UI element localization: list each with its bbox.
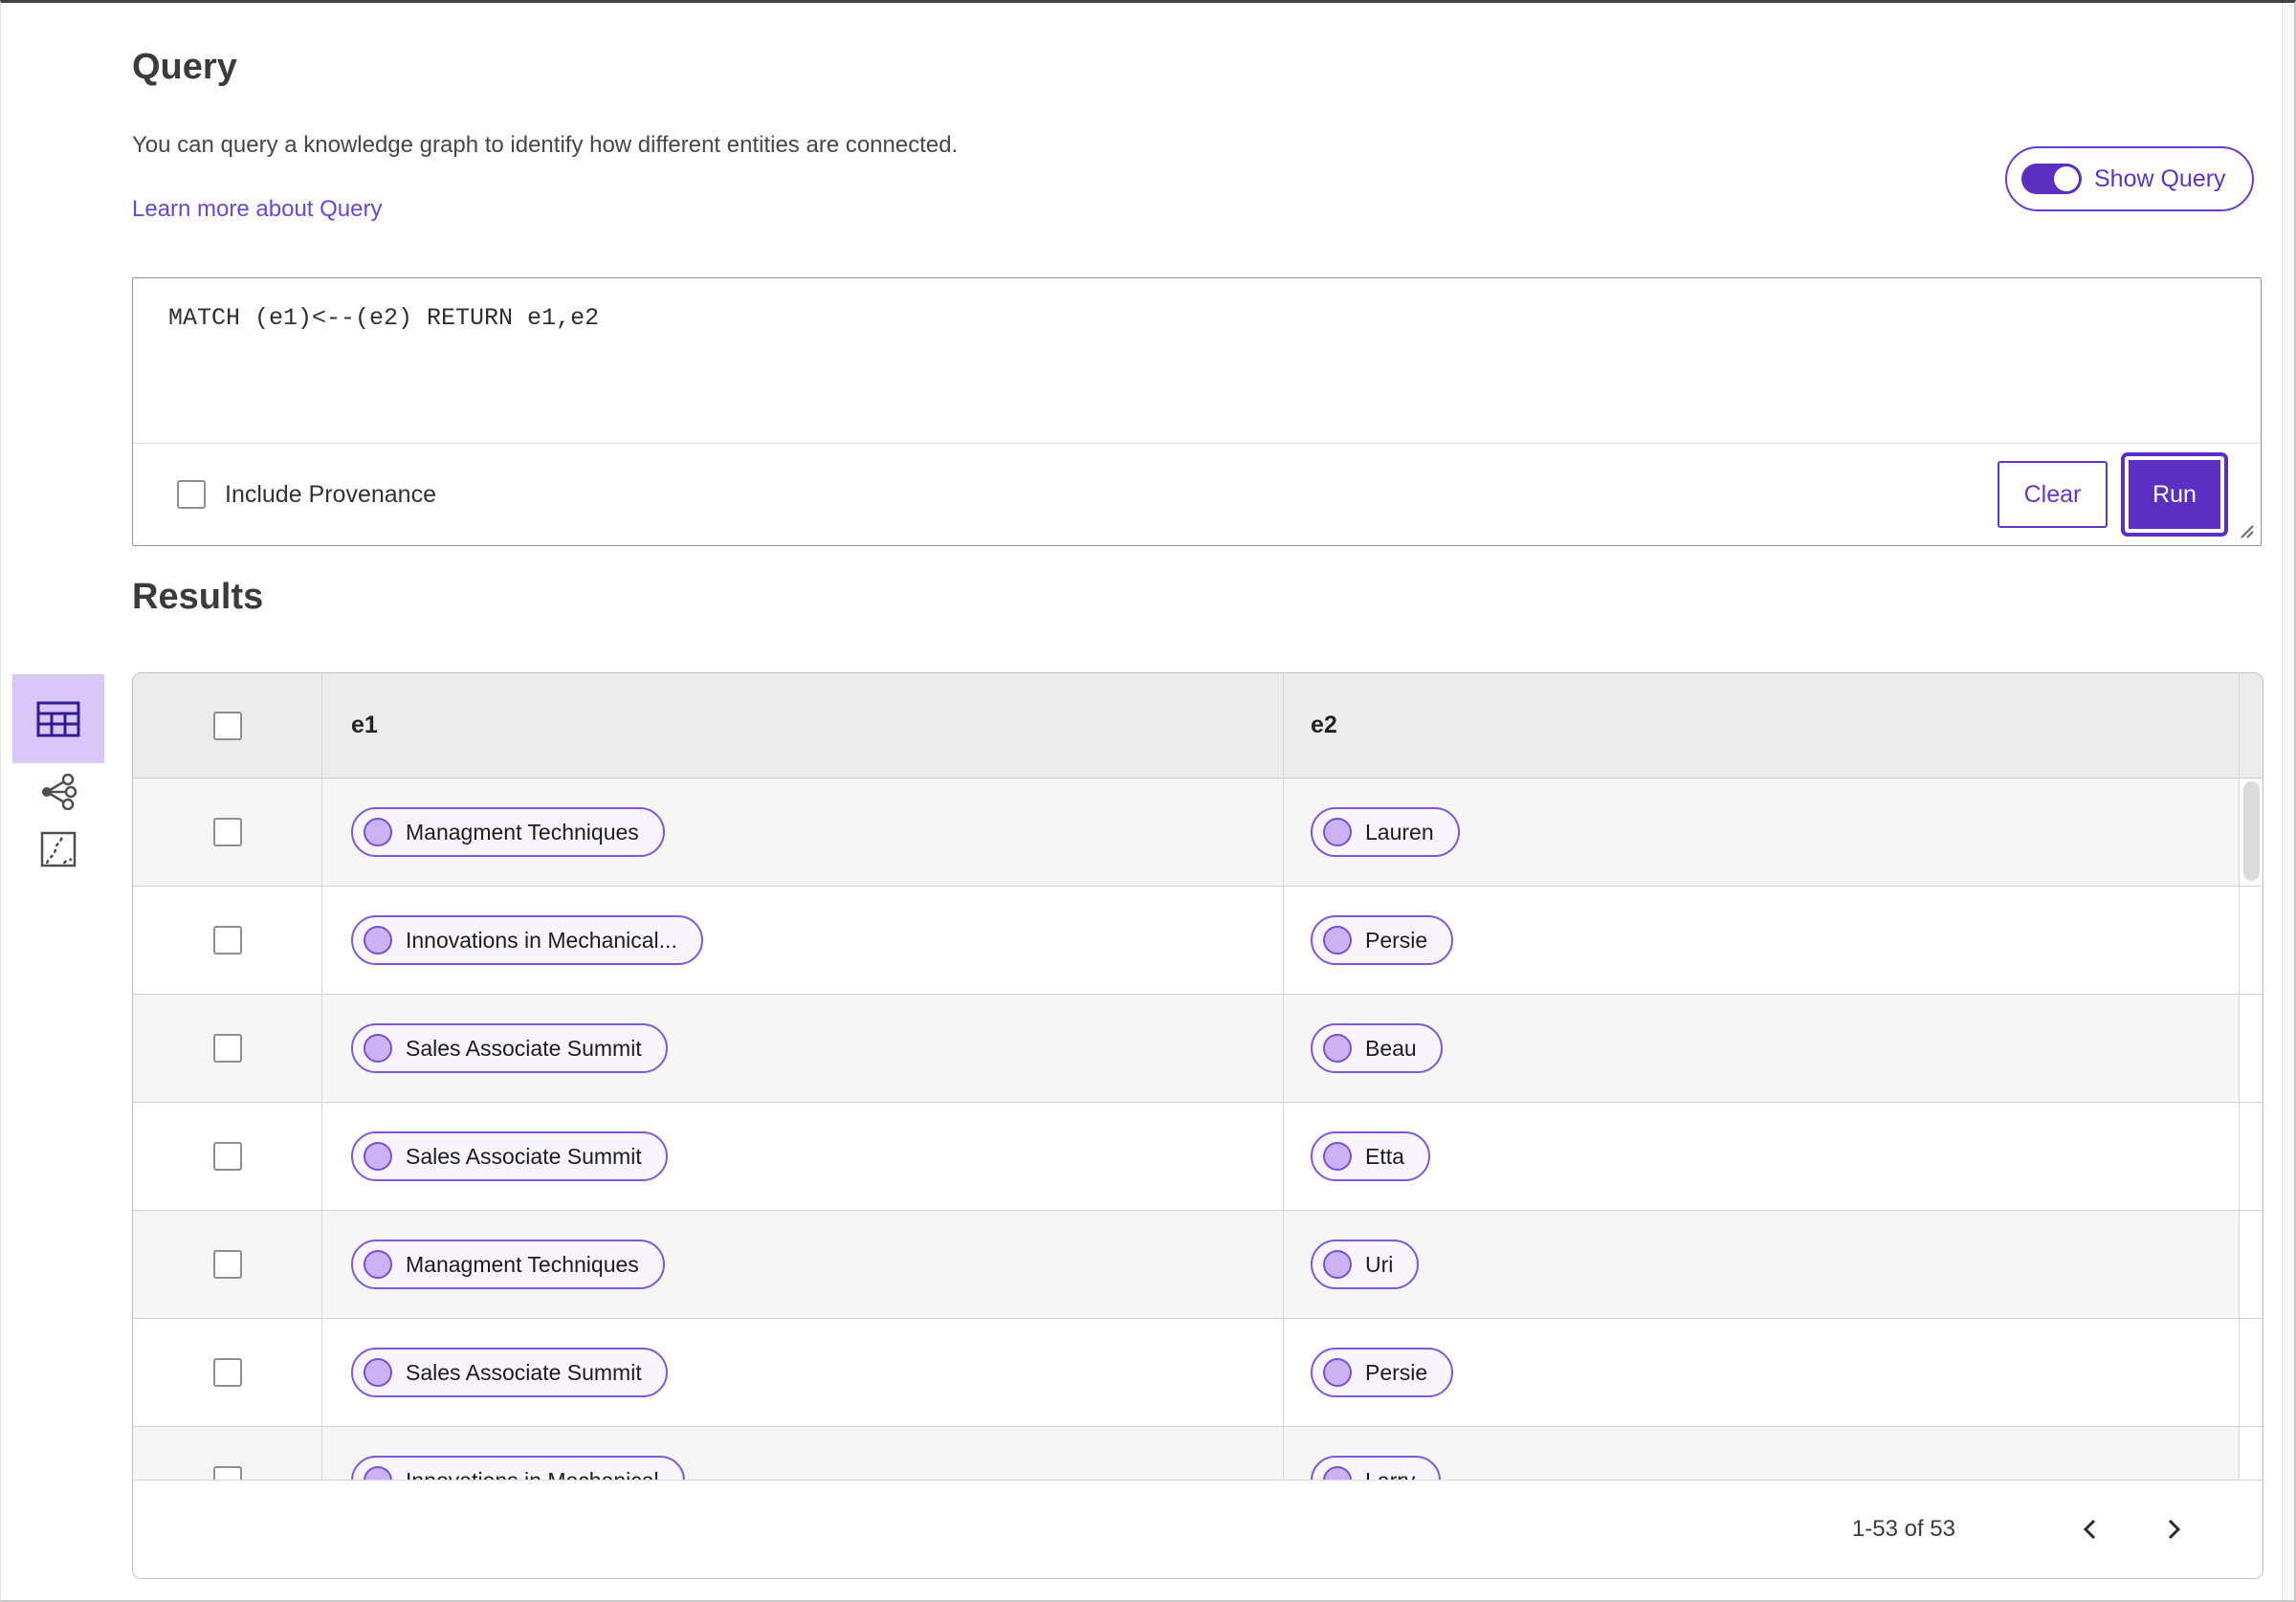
entity-dot-icon	[1323, 1358, 1352, 1387]
entity-pill[interactable]: Uri	[1311, 1240, 1420, 1289]
show-query-toggle[interactable]: Show Query	[2005, 146, 2254, 211]
select-all-checkbox[interactable]	[212, 711, 242, 740]
entity-pill[interactable]: Sales Associate Summit	[351, 1348, 668, 1397]
entity-dot-icon	[1323, 1466, 1352, 1480]
entity-dot-icon	[364, 1466, 392, 1480]
entity-dot-icon	[1323, 818, 1352, 846]
entity-dot-icon	[364, 926, 392, 955]
table-row[interactable]: Managment Techniques Lauren	[133, 779, 2263, 887]
prev-page-button[interactable]	[2070, 1507, 2110, 1551]
entity-label: Uri	[1365, 1251, 1394, 1277]
entity-pill[interactable]: Etta	[1311, 1131, 1430, 1181]
entity-dot-icon	[1323, 1142, 1352, 1171]
entity-pill[interactable]: Managment Techniques	[351, 807, 665, 857]
entity-pill[interactable]: Beau	[1311, 1023, 1443, 1073]
entity-pill[interactable]: Innovations in Mechanical...	[351, 915, 703, 965]
table-row[interactable]: Sales Associate Summit Persie	[133, 1319, 2263, 1427]
entity-dot-icon	[364, 818, 392, 846]
entity-label: Sales Associate Summit	[406, 1359, 642, 1385]
entity-label: Persie	[1365, 927, 1428, 953]
resize-handle-icon[interactable]	[2236, 520, 2255, 539]
query-panel: MATCH (e1)<--(e2) RETURN e1,e2 Include P…	[132, 277, 2262, 546]
row-checkbox[interactable]	[212, 926, 242, 955]
view-switcher	[12, 674, 104, 878]
entity-label: Beau	[1365, 1035, 1417, 1061]
entity-dot-icon	[1323, 1250, 1352, 1279]
entity-pill[interactable]: Larry	[1311, 1456, 1442, 1481]
pagination-range: 1-53 of 53	[1851, 1516, 1955, 1542]
results-title: Results	[132, 577, 264, 617]
entity-pill[interactable]: Persie	[1311, 1348, 1454, 1397]
query-page: Query You can query a knowledge graph to…	[0, 0, 2296, 1602]
entity-label: Sales Associate Summit	[406, 1035, 642, 1061]
entity-label: Etta	[1365, 1143, 1404, 1169]
table-row[interactable]: Managment Techniques Uri	[133, 1211, 2263, 1319]
row-checkbox[interactable]	[212, 1466, 242, 1480]
entity-label: Innovations in Mechanical	[406, 1468, 659, 1481]
results-table: e1 e2 Managment Techniques Lauren Innova…	[132, 672, 2263, 1579]
page-title: Query	[132, 47, 237, 87]
entity-dot-icon	[364, 1250, 392, 1279]
entity-dot-icon	[364, 1142, 392, 1171]
entity-label: Persie	[1365, 1359, 1428, 1385]
entity-label: Innovations in Mechanical...	[406, 927, 677, 953]
entity-label: Larry	[1365, 1468, 1415, 1481]
graph-view-button[interactable]	[12, 763, 104, 821]
next-page-button[interactable]	[2153, 1507, 2194, 1551]
show-query-label: Show Query	[2094, 165, 2226, 192]
entity-pill[interactable]: Lauren	[1311, 807, 1460, 857]
table-view-button[interactable]	[12, 674, 104, 763]
chevron-left-icon	[2083, 1519, 2096, 1540]
table-header-row: e1 e2	[133, 673, 2263, 779]
row-checkbox[interactable]	[212, 1358, 242, 1387]
table-row[interactable]: Innovations in Mechanical... Persie	[133, 887, 2263, 995]
table-footer: 1-53 of 53	[133, 1480, 2263, 1578]
entity-pill[interactable]: Managment Techniques	[351, 1240, 665, 1289]
table-row[interactable]: Innovations in Mechanical Larry	[133, 1427, 2263, 1480]
entity-pill[interactable]: Sales Associate Summit	[351, 1023, 668, 1073]
clear-button[interactable]: Clear	[1998, 461, 2108, 528]
include-provenance-checkbox[interactable]	[177, 480, 206, 509]
entity-dot-icon	[364, 1358, 392, 1387]
entity-pill[interactable]: Innovations in Mechanical	[351, 1456, 685, 1480]
run-button[interactable]: Run	[2125, 456, 2224, 533]
window-scrollbar[interactable]	[2282, 3, 2294, 1600]
column-header-e2[interactable]: e2	[1284, 673, 2240, 778]
entity-label: Lauren	[1365, 819, 1434, 845]
entity-dot-icon	[1323, 926, 1352, 955]
row-checkbox[interactable]	[212, 1142, 242, 1171]
graph-network-icon	[42, 774, 77, 810]
entity-dot-icon	[364, 1034, 392, 1063]
entity-label: Sales Associate Summit	[406, 1143, 642, 1169]
learn-more-link[interactable]: Learn more about Query	[132, 196, 382, 223]
entity-pill[interactable]: Persie	[1311, 915, 1454, 965]
table-row[interactable]: Sales Associate Summit Beau	[133, 995, 2263, 1103]
include-provenance-label: Include Provenance	[225, 480, 436, 508]
table-body: Managment Techniques Lauren Innovations …	[133, 779, 2263, 1480]
toggle-switch-icon[interactable]	[2021, 164, 2082, 194]
entity-pill[interactable]: Sales Associate Summit	[351, 1131, 668, 1181]
row-checkbox[interactable]	[212, 1034, 242, 1063]
query-editor[interactable]: MATCH (e1)<--(e2) RETURN e1,e2	[133, 278, 2261, 444]
chevron-right-icon	[2168, 1519, 2181, 1540]
table-scrollbar[interactable]	[2243, 781, 2260, 881]
entity-label: Managment Techniques	[406, 1251, 639, 1277]
row-checkbox[interactable]	[212, 818, 242, 846]
row-checkbox[interactable]	[212, 1250, 242, 1279]
table-grid-icon	[36, 701, 80, 736]
page-description: You can query a knowledge graph to ident…	[132, 132, 959, 158]
query-footer: Include Provenance Clear Run	[133, 444, 2261, 545]
column-header-e1[interactable]: e1	[322, 673, 1284, 778]
map-view-button[interactable]	[12, 821, 104, 878]
table-row[interactable]: Sales Associate Summit Etta	[133, 1103, 2263, 1211]
entity-dot-icon	[1323, 1034, 1352, 1063]
entity-label: Managment Techniques	[406, 819, 639, 845]
route-map-icon	[40, 831, 77, 867]
